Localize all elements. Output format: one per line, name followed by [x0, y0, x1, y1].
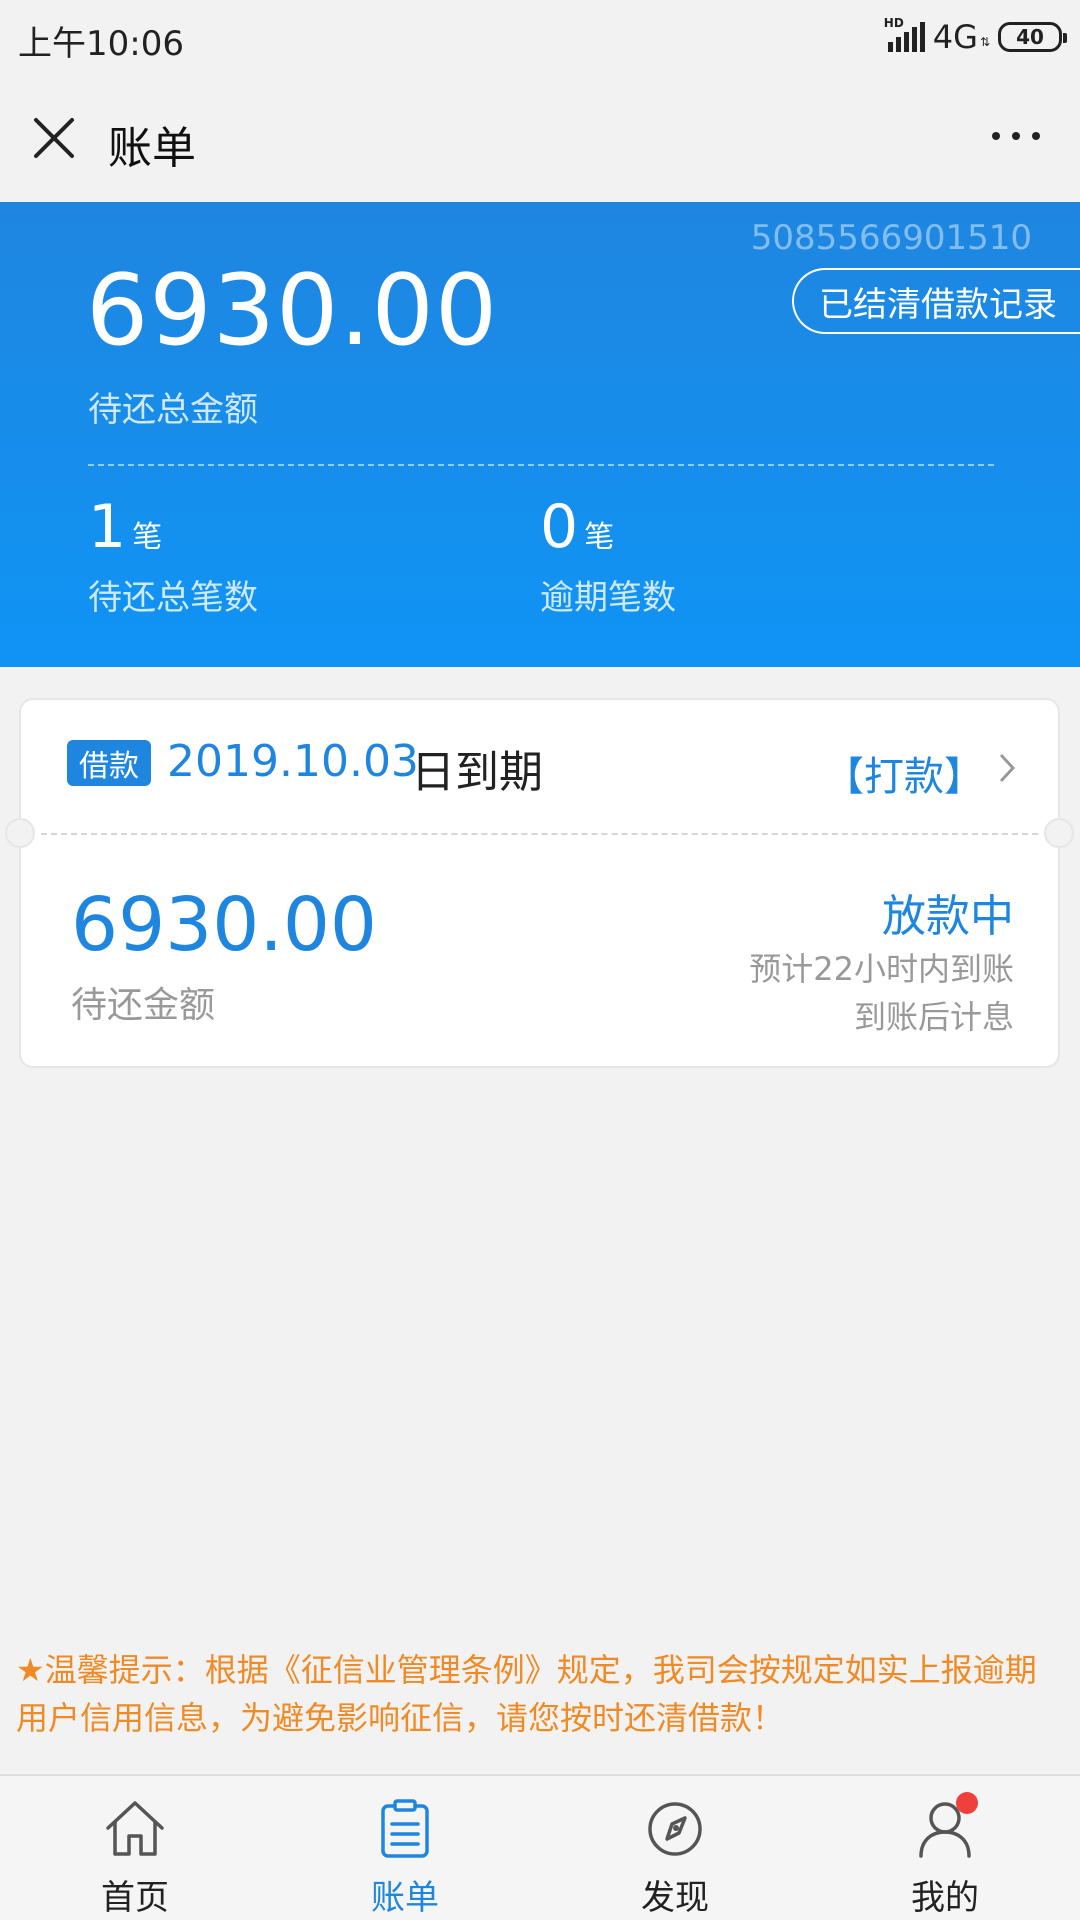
pending-unit: 笔	[132, 520, 163, 555]
due-suffix: 日到期	[411, 747, 543, 798]
overdue-count-label: 逾期笔数	[540, 578, 676, 618]
loan-card[interactable]: 借款 2019.10.03 日到期 【打款】 6930.00 待还金额 放款中 …	[5, 698, 1074, 1068]
card-notch-right	[1044, 818, 1074, 848]
nav-label-mine: 我的	[911, 1878, 979, 1918]
bill-summary: 5085566901510 已结清借款记录 6930.00 待还总金额 1笔 待…	[0, 202, 1080, 667]
card-divider	[41, 833, 1038, 835]
nav-item-bill[interactable]: 账单	[270, 1776, 540, 1920]
home-icon	[106, 1801, 164, 1856]
network-type: 4G	[932, 18, 978, 56]
overdue-unit: 笔	[584, 520, 615, 555]
warm-tip: ★温馨提示：根据《征信业管理条例》规定，我司会按规定如实上报逾期用户信用信息，为…	[16, 1651, 1037, 1737]
overdue-count-stat: 0笔 逾期笔数	[540, 492, 676, 619]
total-amount-label: 待还总金额	[88, 390, 258, 430]
card-notch-left	[5, 818, 35, 848]
nav-label-discover: 发现	[641, 1878, 709, 1918]
status-bar: 上午10:06 HD 4G ⇅ 40	[0, 0, 1080, 76]
bill-icon	[381, 1799, 429, 1858]
due-date: 2019.10.03	[167, 736, 419, 787]
interest-note: 到账后计息	[853, 998, 1014, 1036]
battery-level: 40	[1016, 25, 1044, 49]
signal-icon: HD	[884, 16, 925, 52]
nav-label-bill: 账单	[371, 1878, 439, 1918]
overdue-count: 0	[540, 492, 579, 562]
summary-divider	[88, 464, 994, 466]
pending-count-label: 待还总笔数	[88, 578, 258, 618]
loan-status: 放款中	[882, 891, 1014, 942]
settled-records-button[interactable]: 已结清借款记录	[792, 268, 1080, 334]
total-amount: 6930.00	[86, 254, 499, 368]
pending-count-stat: 1笔 待还总笔数	[88, 492, 258, 619]
status-indicators: HD 4G ⇅ 40	[884, 16, 1067, 56]
nav-item-mine[interactable]: 我的	[810, 1776, 1080, 1920]
data-arrows-icon: ⇅	[979, 35, 990, 49]
loan-tag: 借款	[67, 740, 151, 786]
page-title: 账单	[108, 123, 196, 174]
arrival-eta-note: 预计22小时内到账	[749, 950, 1014, 988]
pending-count: 1	[88, 492, 127, 562]
hd-badge: HD	[883, 16, 904, 30]
close-icon[interactable]	[32, 116, 76, 160]
more-icon[interactable]	[992, 132, 1040, 140]
loan-amount: 6930.00	[71, 882, 378, 968]
battery-icon: 40	[998, 22, 1067, 52]
nav-item-home[interactable]: 首页	[0, 1776, 270, 1920]
nav-label-home: 首页	[101, 1878, 169, 1918]
compass-icon	[648, 1802, 702, 1856]
chevron-right-icon[interactable]	[998, 752, 1016, 784]
status-time: 上午10:06	[18, 24, 184, 64]
notification-dot	[956, 1792, 978, 1814]
account-number: 5085566901510	[750, 218, 1032, 258]
nav-item-discover[interactable]: 发现	[540, 1776, 810, 1920]
pay-link[interactable]: 【打款】	[824, 744, 984, 802]
title-bar: 账单	[0, 76, 1080, 202]
bottom-nav: 首页 账单 发现 我的	[0, 1774, 1080, 1920]
loan-amount-label: 待还金额	[71, 985, 216, 1026]
